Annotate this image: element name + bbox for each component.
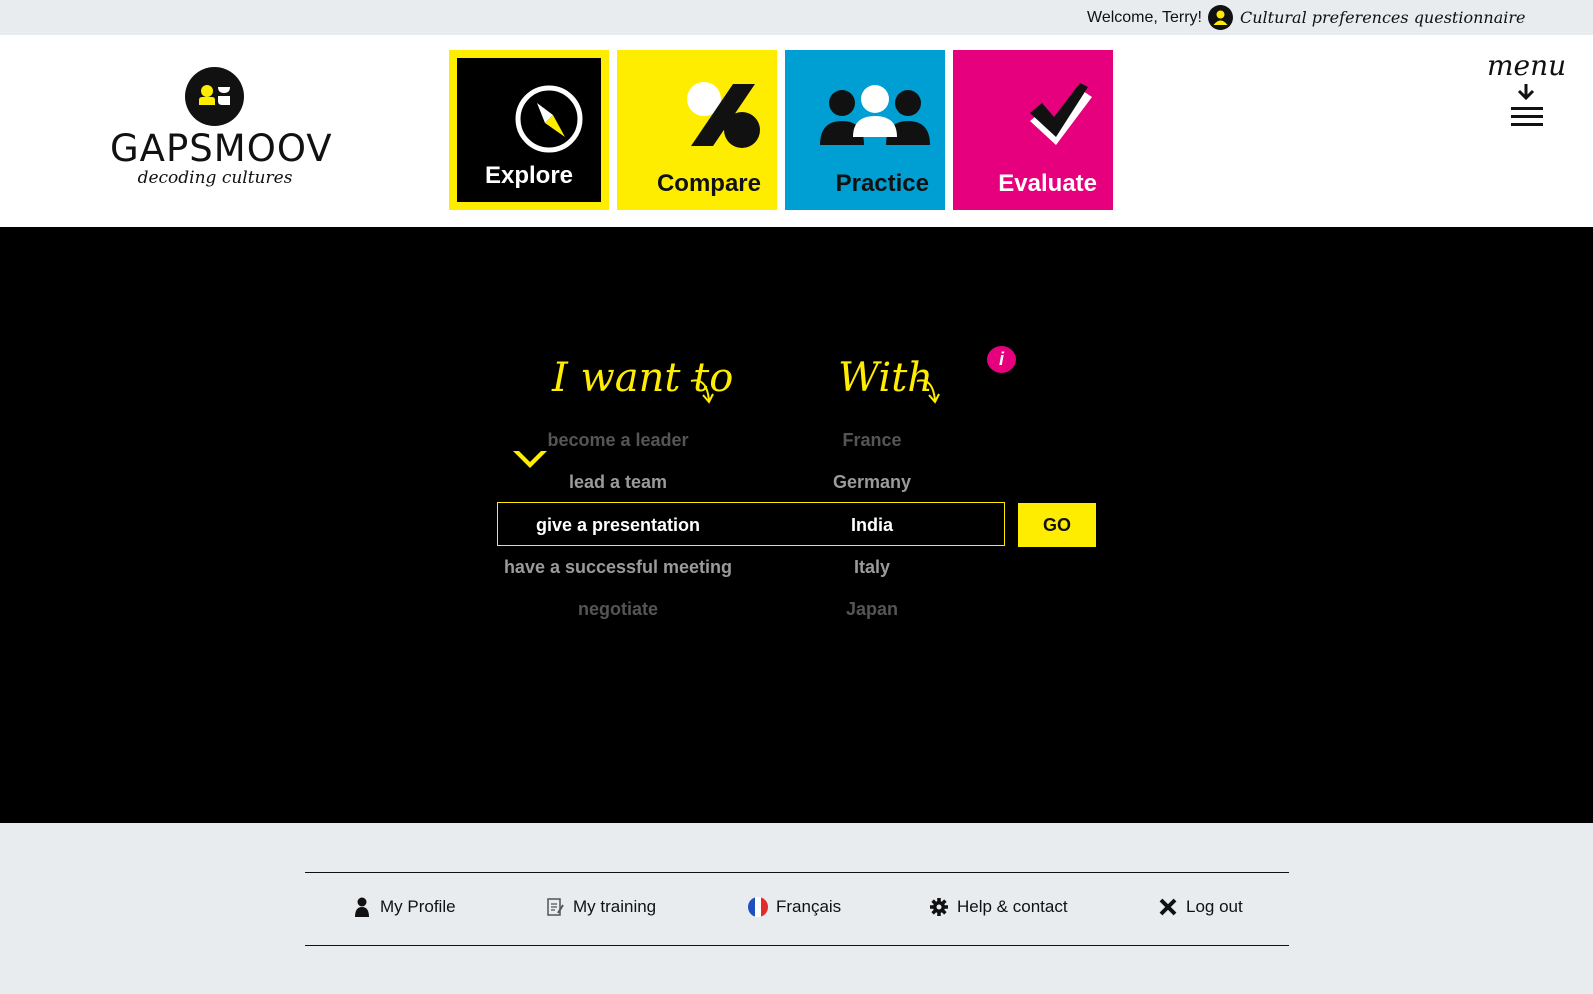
footer-label: Français <box>776 897 842 916</box>
curved-arrow-icon <box>690 379 714 404</box>
gear-icon <box>930 898 948 916</box>
footer-label: My Profile <box>380 897 456 916</box>
footer-log-out[interactable]: Log out <box>1158 897 1243 917</box>
info-icon[interactable]: i <box>987 346 1016 373</box>
nav-tile-explore-label: Explore <box>484 162 574 189</box>
country-option[interactable]: Italy <box>772 557 972 578</box>
curved-arrow-icon <box>916 379 940 404</box>
nav-tile-practice[interactable]: Practice <box>785 50 945 210</box>
hamburger-menu-icon[interactable] <box>1511 107 1543 127</box>
logo-tagline: decoding cultures <box>137 168 293 188</box>
compass-icon <box>515 85 583 153</box>
person-icon <box>355 897 369 917</box>
arrow-down-icon <box>1517 84 1535 101</box>
header: GAPSMOOV decoding cultures Explore Compa… <box>0 35 1593 227</box>
footer-language[interactable]: Français <box>748 897 841 917</box>
training-icon <box>547 898 564 916</box>
footer-divider <box>305 945 1289 946</box>
checkmark-icon <box>1030 83 1092 145</box>
user-avatar-icon[interactable] <box>1208 5 1233 30</box>
action-option[interactable]: become a leader <box>498 430 738 451</box>
group-icon <box>820 85 930 145</box>
logo-name[interactable]: GAPSMOOV <box>110 127 332 170</box>
welcome-text: Welcome, Terry! <box>1087 9 1202 26</box>
action-option[interactable]: have a successful meeting <box>498 557 738 578</box>
close-icon <box>1159 898 1177 916</box>
nav-tile-practice-label: Practice <box>835 170 929 197</box>
nav-tile-evaluate[interactable]: Evaluate <box>953 50 1113 210</box>
go-button[interactable]: GO <box>1018 503 1096 547</box>
menu-label[interactable]: menu <box>1487 49 1566 82</box>
top-bar: Welcome, Terry! Cultural preferences que… <box>0 0 1593 35</box>
explore-panel: I want to With i become a leader lead a … <box>0 227 1593 823</box>
questionnaire-link[interactable]: Cultural preferences questionnaire <box>1240 8 1525 27</box>
percent-icon <box>687 82 760 148</box>
nav-tile-compare[interactable]: Compare <box>617 50 777 210</box>
action-option-selected[interactable]: give a presentation <box>498 515 738 536</box>
nav-tile-explore[interactable]: Explore <box>449 50 609 210</box>
country-option[interactable]: Germany <box>772 472 972 493</box>
nav-tile-evaluate-label: Evaluate <box>998 170 1097 197</box>
logo-mark-icon <box>185 67 244 126</box>
country-option[interactable]: Japan <box>772 599 972 620</box>
french-flag-icon <box>748 897 768 917</box>
action-option[interactable]: lead a team <box>498 472 738 493</box>
country-option-selected[interactable]: India <box>772 515 972 536</box>
nav-tile-compare-label: Compare <box>656 170 761 197</box>
footer-label: My training <box>573 897 657 916</box>
footer-label: Help & contact <box>957 897 1068 916</box>
action-option[interactable]: negotiate <box>498 599 738 620</box>
footer-my-training[interactable]: My training <box>545 897 656 917</box>
footer-my-profile[interactable]: My Profile <box>352 897 456 917</box>
footer-label: Log out <box>1186 897 1243 916</box>
footer-divider <box>305 872 1289 873</box>
footer-help-contact[interactable]: Help & contact <box>929 897 1068 917</box>
country-option[interactable]: France <box>772 430 972 451</box>
